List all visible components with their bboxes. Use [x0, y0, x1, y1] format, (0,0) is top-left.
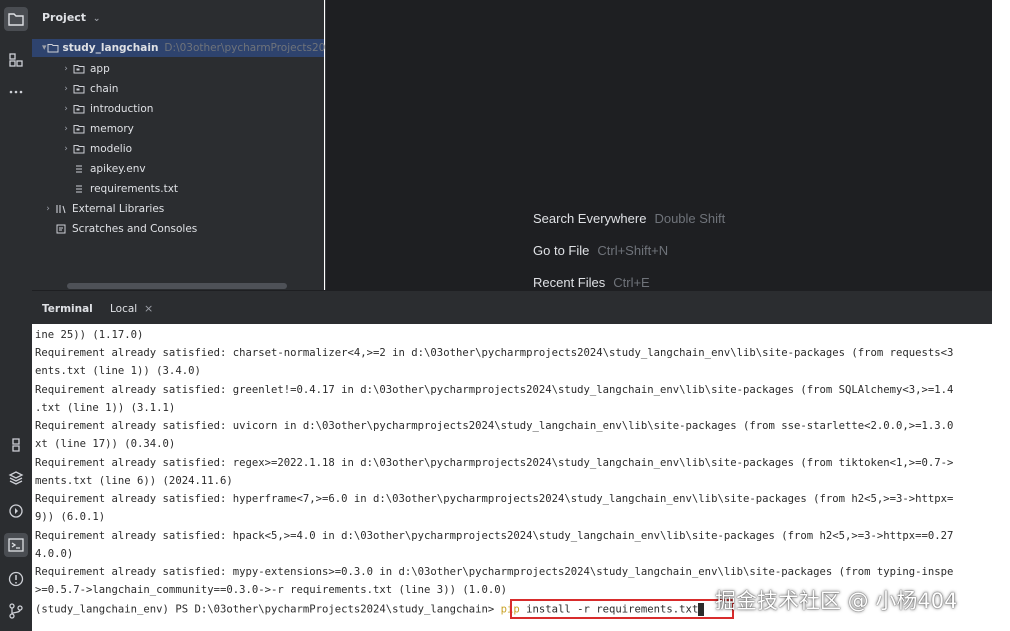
- chevron-down-icon[interactable]: ⌄: [93, 14, 101, 24]
- layers-icon[interactable]: [4, 466, 28, 490]
- more-icon[interactable]: [4, 80, 28, 104]
- tree-item-requirements[interactable]: requirements.txt: [72, 180, 178, 198]
- tree-item-label: introduction: [90, 103, 154, 115]
- terminal-line: .txt (line 1)) (3.1.1): [35, 402, 176, 414]
- terminal-line: ments.txt (line 6)) (2024.11.6): [35, 475, 233, 487]
- chevron-right-icon[interactable]: ›: [60, 100, 72, 118]
- command-highlight-box: [510, 599, 734, 619]
- tree-item-label: modelio: [90, 143, 133, 155]
- hint-label: Search Everywhere: [533, 211, 647, 226]
- tree-item-label: requirements.txt: [90, 183, 179, 195]
- chevron-right-icon[interactable]: ›: [60, 60, 72, 78]
- folder-icon: [72, 142, 86, 156]
- tree-item-label: Scratches and Consoles: [72, 223, 198, 235]
- project-panel: Project ⌄ ▾ study_langchain D:\03other\p…: [32, 0, 342, 290]
- tree-item-label: apikey.env: [90, 163, 146, 175]
- tree-item-label: External Libraries: [72, 203, 165, 215]
- tab-local[interactable]: Local: [110, 303, 137, 315]
- terminal-line: xt (line 17)) (0.34.0): [35, 438, 176, 450]
- hint-search-everywhere[interactable]: Search Everywhere Double Shift: [533, 211, 725, 226]
- tree-root-path: D:\03other\pycharmProjects2024\: [164, 42, 343, 54]
- terminal-line: Requirement already satisfied: hpack<5,>…: [35, 530, 954, 542]
- hint-shortcut: Ctrl+E: [613, 275, 650, 290]
- tree-root-name: study_langchain: [62, 42, 159, 54]
- hint-shortcut: Ctrl+Shift+N: [597, 243, 669, 258]
- terminal-title: Terminal: [42, 303, 93, 315]
- tree-item-label: app: [90, 63, 110, 75]
- tree-item-external-libraries[interactable]: › External Libraries: [42, 200, 164, 218]
- tree-item-chain[interactable]: › chain: [60, 80, 118, 98]
- terminal-line: ine 25)) (1.17.0): [35, 329, 144, 341]
- folder-icon: [72, 82, 86, 96]
- hint-label: Recent Files: [533, 275, 606, 290]
- git-icon[interactable]: [4, 599, 28, 623]
- terminal-line: Requirement already satisfied: uvicorn i…: [35, 420, 954, 432]
- scratches-icon: [54, 222, 68, 236]
- tree-item-apikey-env[interactable]: apikey.env: [72, 160, 146, 178]
- folder-icon: [72, 102, 86, 116]
- tool-window-bar: [0, 0, 32, 631]
- chevron-right-icon[interactable]: ›: [42, 200, 54, 218]
- right-margin: [992, 0, 1010, 290]
- tree-item-scratches[interactable]: Scratches and Consoles: [54, 220, 197, 238]
- terminal-line: Requirement already satisfied: hyperfram…: [35, 493, 954, 505]
- hint-shortcut: Double Shift: [654, 211, 726, 226]
- chevron-right-icon[interactable]: ›: [60, 80, 72, 98]
- text-file-icon: [72, 182, 86, 196]
- terminal-line: ents.txt (line 1)) (3.4.0): [35, 365, 201, 377]
- tree-item-app[interactable]: › app: [60, 60, 110, 78]
- chevron-right-icon[interactable]: ›: [60, 120, 72, 138]
- project-title-label: Project: [42, 11, 87, 24]
- terminal-line: Requirement already satisfied: regex>=20…: [35, 457, 954, 469]
- services-icon[interactable]: [4, 499, 28, 523]
- terminal-prompt: (study_langchain_env) PS D:\03other\pych…: [35, 603, 501, 616]
- tree-item-introduction[interactable]: › introduction: [60, 100, 153, 118]
- terminal-line: Requirement already satisfied: charset-n…: [35, 347, 954, 359]
- chevron-right-icon[interactable]: ›: [60, 140, 72, 158]
- folder-icon: [72, 122, 86, 136]
- file-icon: [72, 162, 86, 176]
- close-icon[interactable]: ×: [144, 302, 153, 315]
- tree-item-memory[interactable]: › memory: [60, 120, 134, 138]
- watermark: 掘金技术社区 @ 小杨404: [715, 589, 958, 613]
- tree-item-label: chain: [90, 83, 119, 95]
- terminal-line: Requirement already satisfied: mypy-exte…: [35, 566, 954, 578]
- hint-recent-files[interactable]: Recent Files Ctrl+E: [533, 275, 650, 290]
- python-console-icon[interactable]: [4, 433, 28, 457]
- terminal-line: >=0.5.7->langchain_community==0.3.0->-r …: [35, 584, 507, 596]
- editor-area: Search Everywhere Double Shift Go to File…: [325, 0, 993, 290]
- project-panel-title[interactable]: Project ⌄: [42, 11, 100, 24]
- tree-item-modelio[interactable]: › modelio: [60, 140, 132, 158]
- terminal-line: 9)) (6.0.1): [35, 511, 106, 523]
- tree-item-label: memory: [90, 123, 134, 135]
- terminal-line: 4.0.0): [35, 548, 74, 560]
- folder-icon: [72, 62, 86, 76]
- terminal-line: Requirement already satisfied: greenlet!…: [35, 384, 954, 396]
- library-icon: [54, 202, 68, 216]
- hint-label: Go to File: [533, 243, 590, 258]
- project-folder-icon[interactable]: [4, 7, 28, 31]
- terminal-toolbar: Terminal Local ×: [32, 290, 992, 325]
- tree-root[interactable]: ▾ study_langchain D:\03other\pycharmProj…: [32, 39, 342, 57]
- hint-go-to-file[interactable]: Go to File Ctrl+Shift+N: [533, 243, 668, 258]
- horizontal-scrollbar[interactable]: [67, 283, 287, 289]
- problems-icon[interactable]: [4, 567, 28, 591]
- structure-icon[interactable]: [4, 48, 28, 72]
- terminal-icon[interactable]: [4, 533, 28, 557]
- folder-icon: [47, 41, 59, 55]
